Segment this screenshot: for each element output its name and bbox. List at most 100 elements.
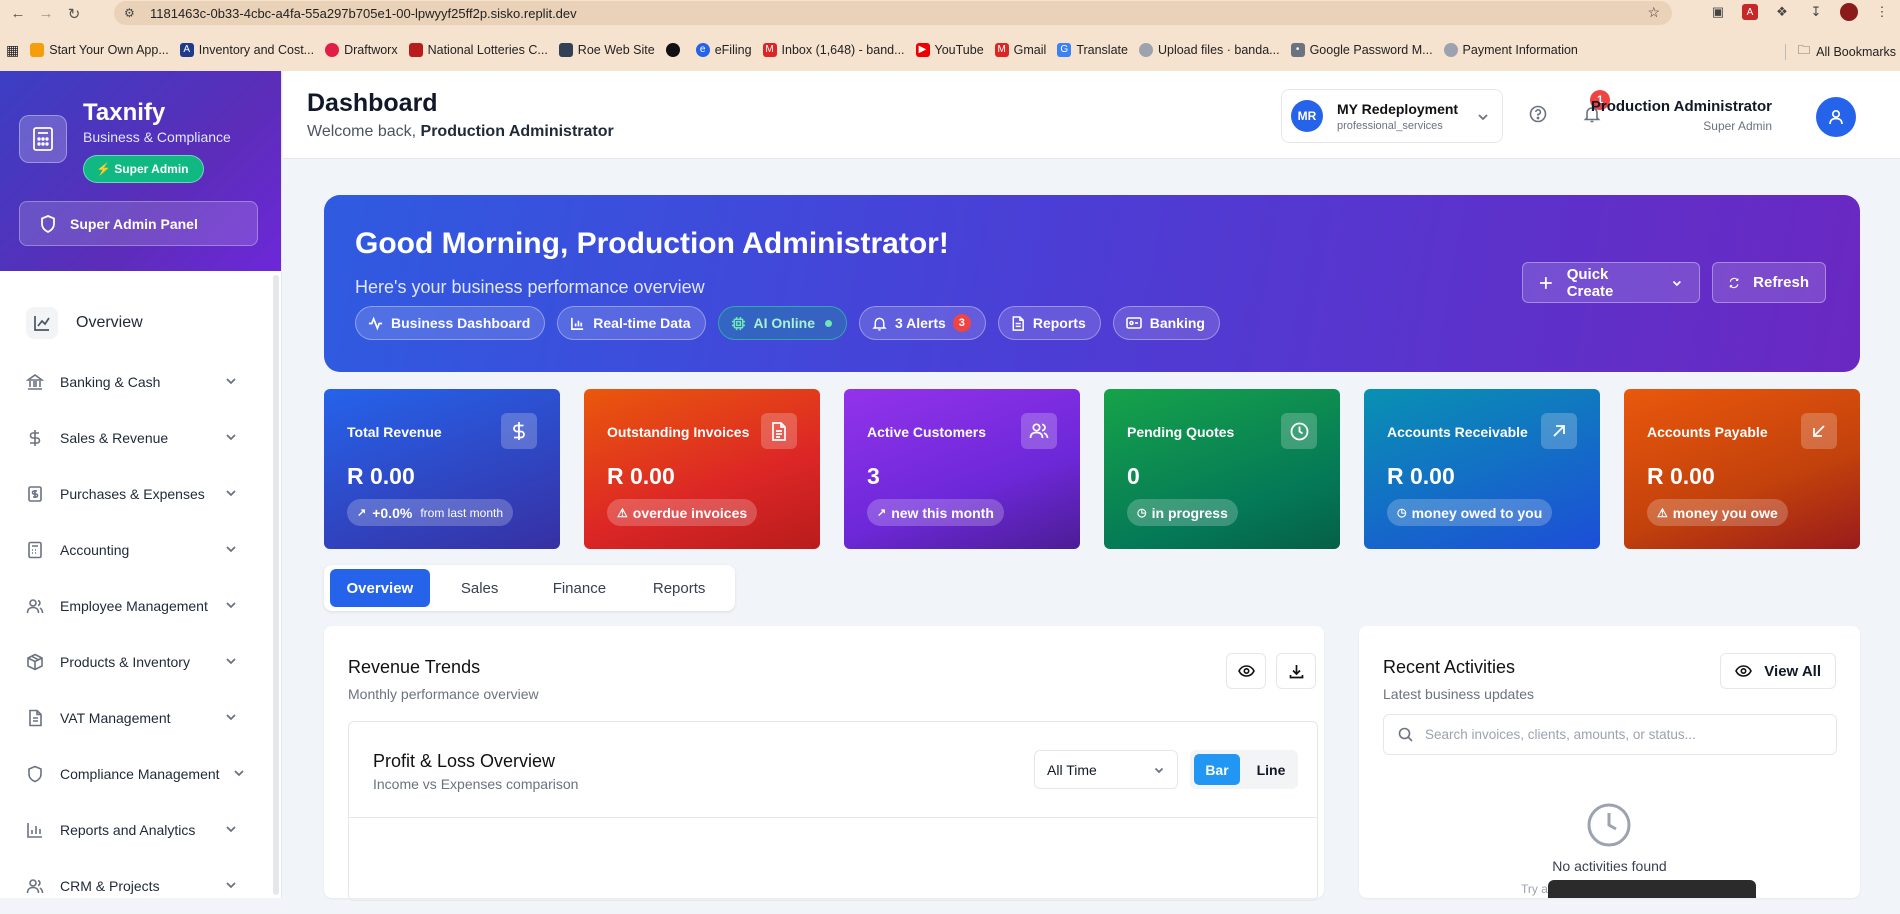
alert-count-badge: 3: [952, 314, 971, 332]
sidebar-item-reports[interactable]: Reports and Analytics: [26, 802, 242, 858]
panel-subtitle: Monthly performance overview: [348, 686, 539, 702]
users-icon: [26, 879, 44, 894]
kpi-card-accounts-payable[interactable]: Accounts Payable R 0.00 ⚠ money you owe: [1624, 389, 1860, 549]
kpi-value: R 0.00: [1647, 463, 1715, 489]
kpi-card-total-revenue[interactable]: Total Revenue R 0.00 ↗ +0.0% from last mon…: [324, 389, 560, 549]
download-icon[interactable]: ↧: [1806, 2, 1826, 22]
clock-icon: ◷: [1137, 507, 1147, 519]
bookmark-item[interactable]: Start Your Own App...: [30, 43, 169, 57]
kpi-value: R 0.00: [607, 463, 675, 489]
chip-business-dashboard[interactable]: Business Dashboard: [355, 306, 546, 340]
tab-finance[interactable]: Finance: [530, 569, 630, 607]
revenue-trends-panel: Revenue Trends Monthly performance overv…: [324, 626, 1324, 901]
user-info[interactable]: Production Administrator Super Admin: [1591, 98, 1772, 133]
kpi-value: R 0.00: [1387, 463, 1455, 489]
bar-chart-button[interactable]: Bar: [1194, 754, 1240, 785]
line-chart-icon: [26, 307, 58, 339]
welcome-text: Welcome back, Production Administrator: [307, 123, 614, 140]
kpi-card-active-customers[interactable]: Active Customers 3 ↗ new this month: [844, 389, 1080, 549]
tab-sales[interactable]: Sales: [430, 569, 530, 607]
cast-icon[interactable]: ▣: [1708, 2, 1728, 22]
bookmark-item[interactable]: Payment Information: [1443, 43, 1578, 57]
view-button[interactable]: [1226, 653, 1266, 689]
all-bookmarks[interactable]: 🗀 All Bookmarks: [1785, 41, 1896, 62]
bookmark-item[interactable]: [665, 43, 685, 57]
browser-extensions: ▣ A ❖ ↧ ⋮: [1708, 2, 1892, 22]
bookmark-item[interactable]: e eFiling: [695, 43, 752, 57]
kpi-label: Outstanding Invoices: [607, 424, 750, 440]
chip-ai-online[interactable]: AI Online: [717, 306, 847, 340]
sidebar-item-sales[interactable]: Sales & Revenue: [26, 410, 242, 466]
bookmark-item[interactable]: Draftworx: [325, 43, 398, 57]
kpi-note: ◷ money owed to you: [1387, 499, 1553, 526]
dollar-icon: [29, 430, 41, 446]
super-admin-panel-button[interactable]: Super Admin Panel: [19, 201, 258, 246]
tab-reports[interactable]: Reports: [629, 569, 729, 607]
period-select[interactable]: All Time: [1034, 750, 1178, 789]
chevron-down-icon: [226, 658, 236, 665]
apps-grid-icon[interactable]: ▦: [6, 42, 19, 59]
chip-reports[interactable]: Reports: [997, 306, 1101, 340]
refresh-button[interactable]: Refresh: [1712, 262, 1826, 303]
sidebar-item-purchases[interactable]: Purchases & Expenses: [26, 466, 242, 522]
chevron-down-icon: [1673, 280, 1682, 286]
back-icon[interactable]: ←: [4, 2, 32, 26]
main-content: Dashboard Welcome back, Production Admin…: [283, 71, 1900, 901]
bookmark-item[interactable]: Upload files · banda...: [1138, 43, 1280, 57]
download-button[interactable]: [1276, 653, 1316, 689]
sidebar-item-accounting[interactable]: Accounting: [26, 522, 242, 578]
bookmark-item[interactable]: National Lotteries C...: [408, 43, 548, 57]
toast-overlay: [1548, 880, 1756, 898]
sidebar-item-crm[interactable]: CRM & Projects: [26, 858, 242, 914]
view-all-button[interactable]: View All: [1720, 653, 1836, 689]
chip-realtime-data[interactable]: Real-time Data: [557, 306, 706, 340]
sidebar-item-compliance[interactable]: Compliance Management: [26, 746, 244, 802]
chevron-down-icon: [234, 770, 244, 777]
line-chart-button[interactable]: Line: [1248, 754, 1294, 785]
user-icon: [1829, 109, 1843, 125]
address-bar[interactable]: ⚙ 1181463c-0b33-4cbc-a4fa-55a297b705e1-0…: [114, 1, 1672, 25]
kpi-card-accounts-receivable[interactable]: Accounts Receivable R 0.00 ◷ money owed t…: [1364, 389, 1600, 549]
welcome-banner: Good Morning, Production Administrator! …: [324, 195, 1860, 372]
company-switcher[interactable]: MR MY Redeployment professional_services: [1281, 89, 1503, 143]
package-icon: [27, 653, 43, 671]
bookmark-item[interactable]: G Translate: [1057, 43, 1128, 57]
sidebar-item-overview[interactable]: Overview: [26, 307, 143, 339]
sidebar-item-vat[interactable]: VAT Management: [26, 690, 242, 746]
sidebar-item-products[interactable]: Products & Inventory: [26, 634, 242, 690]
profile-avatar-icon[interactable]: [1840, 3, 1858, 21]
page-title: Dashboard: [307, 89, 438, 117]
folder-icon: 🗀: [1797, 43, 1811, 57]
chip-alerts[interactable]: 3 Alerts 3: [858, 306, 986, 340]
help-icon[interactable]: [1529, 105, 1547, 123]
bookmark-item[interactable]: Roe Web Site: [558, 43, 655, 57]
bookmark-item[interactable]: • Google Password M...: [1290, 43, 1433, 57]
bookmark-item[interactable]: A Inventory and Cost...: [179, 43, 314, 57]
activity-search-input[interactable]: Search invoices, clients, amounts, or st…: [1383, 714, 1837, 755]
warning-icon: ⚠: [1657, 505, 1668, 520]
sidebar-scrollbar[interactable]: [273, 275, 279, 895]
chart-type-toggle: Bar Line: [1190, 750, 1298, 789]
site-settings-icon[interactable]: ⚙: [124, 6, 140, 20]
user-avatar[interactable]: [1816, 97, 1856, 137]
chip-banking[interactable]: Banking: [1112, 306, 1220, 340]
kpi-card-pending-quotes[interactable]: Pending Quotes 0 ◷ in progress: [1104, 389, 1340, 549]
bookmark-item[interactable]: ▶ YouTube: [915, 43, 984, 57]
sidebar-item-employees[interactable]: Employee Management: [26, 578, 242, 634]
quick-create-button[interactable]: Quick Create: [1522, 262, 1700, 303]
file-icon: [761, 413, 797, 449]
reload-icon[interactable]: ↻: [60, 2, 88, 26]
tab-overview[interactable]: Overview: [330, 569, 430, 607]
kpi-card-outstanding-invoices[interactable]: Outstanding Invoices R 0.00 ⚠ overdue inv…: [584, 389, 820, 549]
browser-menu-icon[interactable]: ⋮: [1872, 2, 1892, 22]
bookmark-item[interactable]: M Gmail: [994, 43, 1046, 57]
panel-title: Revenue Trends: [348, 657, 481, 677]
bookmark-item[interactable]: M Inbox (1,648) - band...: [762, 43, 905, 57]
pdf-extension-icon[interactable]: A: [1742, 4, 1758, 20]
clock-icon: [1281, 413, 1317, 449]
company-type: professional_services: [1337, 119, 1443, 132]
extensions-icon[interactable]: ❖: [1772, 2, 1792, 22]
sidebar-item-banking[interactable]: Banking & Cash: [26, 354, 242, 410]
bookmark-star-icon[interactable]: ☆: [1647, 4, 1660, 21]
forward-icon[interactable]: →: [32, 2, 60, 26]
